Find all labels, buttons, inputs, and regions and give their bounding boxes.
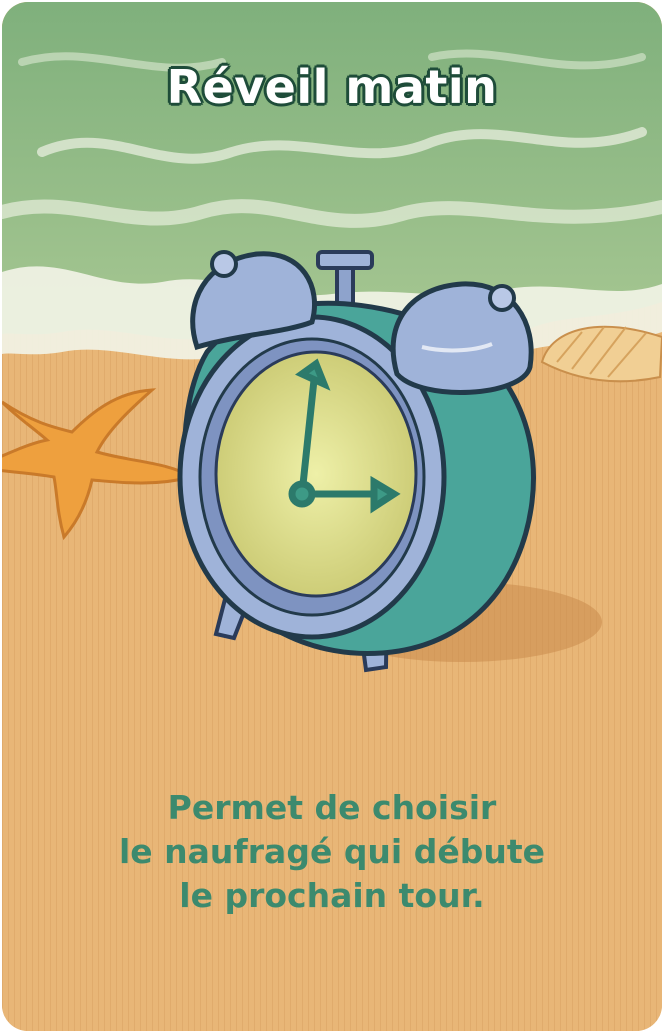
card-title: Réveil matin — [166, 60, 498, 114]
game-card: Réveil matin Permet de choisir le naufra… — [2, 2, 662, 1031]
description-line: Permet de choisir — [167, 788, 497, 827]
description-line: le naufragé qui débute — [118, 832, 546, 871]
alarm-clock-illustration — [177, 250, 536, 673]
card-description: Permet de choisir le naufragé qui débute… — [62, 786, 602, 918]
bell-right — [390, 281, 534, 395]
description-line: le prochain tour. — [179, 876, 485, 915]
